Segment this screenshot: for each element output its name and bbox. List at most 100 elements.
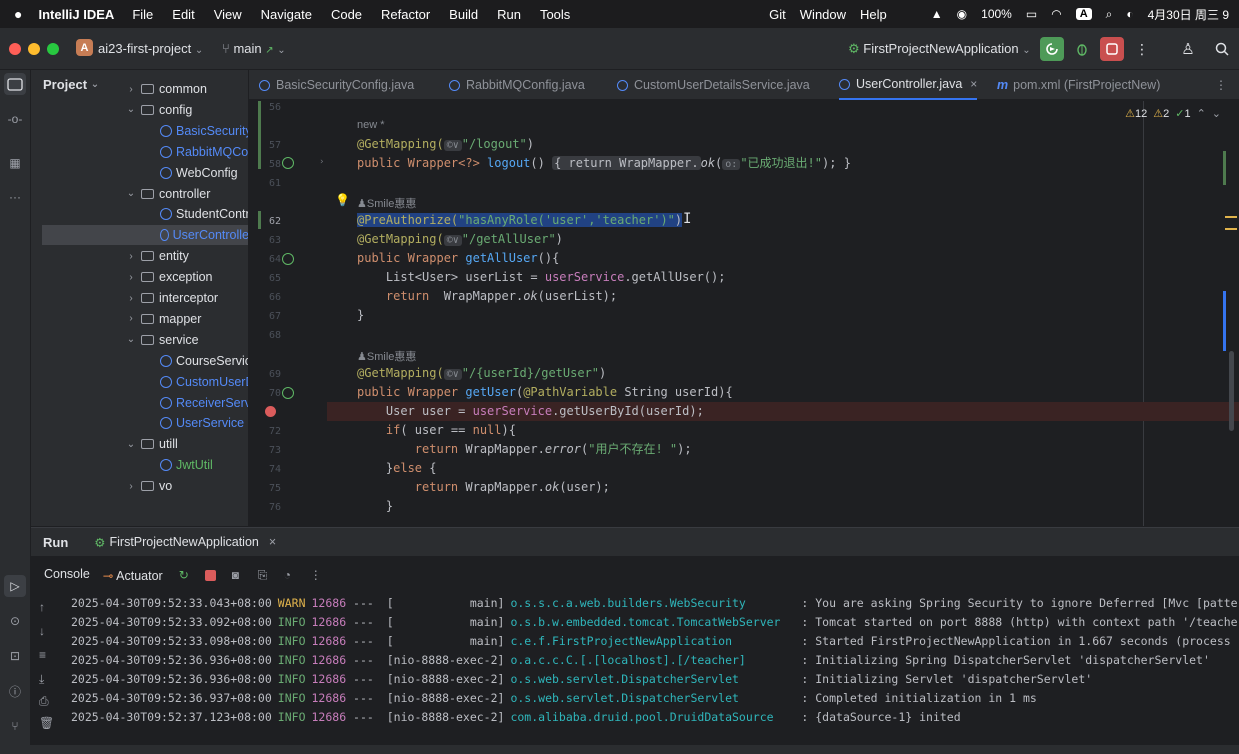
tree-item[interactable]: ⌄ controller	[125, 184, 211, 204]
menu-help[interactable]: Help	[860, 7, 887, 22]
menu-build[interactable]: Build	[449, 7, 478, 22]
tab-basic-security-config[interactable]: BasicSecurityConfig.java	[259, 70, 414, 100]
spotlight-icon[interactable]: ⌕	[1106, 7, 1113, 22]
git-tool-button[interactable]: ⑂	[4, 715, 26, 737]
endpoint-icon[interactable]	[282, 157, 294, 169]
code-editor[interactable]: ⚠12 ⚠2 ✓1 ⌃ ⌄ › 56 57 58 61 62 63 64 65 …	[249, 101, 1239, 526]
problems-tool-button[interactable]: ⓘ	[4, 680, 26, 702]
tree-item[interactable]: CourseServic	[160, 351, 248, 371]
menu-refactor[interactable]: Refactor	[381, 7, 430, 22]
stop-icon[interactable]	[204, 569, 216, 581]
tree-item[interactable]: ⌄ utill	[125, 434, 178, 454]
run-tab-app[interactable]: ⚙ FirstProjectNewApplication ×	[94, 535, 276, 550]
chevron-down-icon[interactable]: ⌄	[125, 188, 137, 199]
author-hint[interactable]: ♟Smile惠惠	[357, 195, 416, 211]
wifi-icon[interactable]: ◠	[1051, 7, 1061, 21]
tree-item[interactable]: › vo	[125, 476, 172, 496]
arrow-up-icon[interactable]: ↑	[39, 600, 45, 614]
tab-list-button[interactable]: ⋮	[1215, 78, 1227, 92]
tab-custom-user-details-service[interactable]: CustomUserDetailsService.java	[617, 70, 810, 100]
app-menu[interactable]: IntelliJ IDEA	[38, 7, 114, 22]
tree-item[interactable]: › common	[125, 79, 207, 99]
code-with-me-button[interactable]: ♙	[1176, 37, 1200, 61]
services-tool-button[interactable]: ⊙	[4, 610, 26, 632]
terminal-tool-button[interactable]: ⊡	[4, 645, 26, 667]
tree-item[interactable]: ⌄ service	[125, 330, 199, 350]
soft-wrap-icon[interactable]: ≡	[39, 648, 46, 662]
menubar-clock[interactable]: 4月30日 周三 9	[1148, 6, 1229, 23]
tree-item[interactable]: › exception	[125, 267, 212, 287]
endpoint-icon[interactable]	[282, 387, 294, 399]
chevron-right-icon[interactable]: ›	[125, 313, 137, 324]
chevron-down-icon[interactable]: ⌄	[125, 439, 137, 450]
menu-file[interactable]: File	[132, 7, 153, 22]
tab-pom-xml[interactable]: m pom.xml (FirstProjectNew)	[997, 70, 1160, 100]
window-close-button[interactable]	[9, 43, 21, 55]
chevron-down-icon[interactable]: ⌄	[125, 334, 137, 345]
scroll-marker[interactable]	[1223, 291, 1226, 351]
chevron-right-icon[interactable]: ›	[125, 293, 137, 304]
close-icon[interactable]: ×	[970, 77, 977, 91]
stop-button[interactable]	[1100, 37, 1124, 61]
breakpoint-icon[interactable]	[265, 406, 276, 417]
debug-button[interactable]	[1070, 37, 1094, 61]
trash-icon[interactable]: 🗑	[39, 716, 54, 730]
run-tool-button[interactable]: ▷	[4, 575, 26, 597]
tree-item[interactable]: ReceiverServi	[160, 393, 248, 413]
console-output[interactable]: 2025-04-30T09:52:33.043+08:00 WARN 12686 -…	[71, 594, 1239, 754]
chevron-right-icon[interactable]: ›	[125, 481, 137, 492]
menu-code[interactable]: Code	[331, 7, 362, 22]
gauge-icon[interactable]: ◔	[284, 568, 298, 582]
commit-tool-button[interactable]: -o-	[4, 108, 26, 130]
camera-icon[interactable]: ◙	[232, 568, 246, 582]
menu-window[interactable]: Window	[800, 7, 846, 22]
chevron-down-icon[interactable]: ⌄	[1212, 107, 1221, 120]
chevron-down-icon[interactable]: ⌄	[125, 104, 137, 115]
endpoint-icon[interactable]	[282, 253, 294, 265]
menu-run[interactable]: Run	[497, 7, 521, 22]
wechat-icon[interactable]: ◉	[957, 7, 967, 21]
author-hint[interactable]: ♟Smile惠惠	[357, 348, 416, 364]
chevron-right-icon[interactable]: ›	[125, 272, 137, 283]
more-vertical-icon[interactable]: ⋮	[310, 568, 324, 582]
input-method-icon[interactable]: A	[1075, 8, 1092, 20]
tab-console[interactable]: Console	[44, 567, 90, 583]
tree-item[interactable]: › mapper	[125, 309, 201, 329]
menu-tools[interactable]: Tools	[540, 7, 570, 22]
chevron-right-icon[interactable]: ›	[125, 84, 137, 95]
scroll-to-end-icon[interactable]: ⤓	[39, 672, 44, 687]
apple-menu-icon[interactable]: ●	[14, 6, 22, 22]
rerun-button[interactable]	[1040, 37, 1064, 61]
menu-view[interactable]: View	[214, 7, 242, 22]
tree-item[interactable]: UserControlle	[42, 225, 248, 246]
tab-actuator[interactable]: ⊸ Actuator	[103, 568, 163, 583]
warning-stripe[interactable]	[1225, 216, 1237, 230]
structure-tool-button[interactable]: ▦	[4, 152, 26, 174]
project-tool-button[interactable]	[4, 73, 26, 95]
tree-item[interactable]: › interceptor	[125, 288, 218, 308]
tree-item[interactable]: RabbitMQCor	[160, 142, 248, 162]
tab-user-controller[interactable]: UserController.java ×	[839, 70, 978, 100]
lightbulb-icon[interactable]: 💡	[335, 193, 350, 207]
tree-item[interactable]: WebConfig	[160, 163, 238, 183]
fold-chevron-icon[interactable]: ›	[319, 157, 324, 167]
tree-item[interactable]: UserService	[160, 413, 244, 433]
project-selector[interactable]: ai23-first-project ⌄	[98, 41, 203, 56]
battery-icon[interactable]: ▭	[1026, 7, 1037, 21]
window-zoom-button[interactable]	[47, 43, 59, 55]
editor-scrollbar-thumb[interactable]	[1229, 351, 1234, 431]
more-actions-button[interactable]: ⋮	[1130, 37, 1154, 61]
menu-navigate[interactable]: Navigate	[261, 7, 312, 22]
arrow-down-icon[interactable]: ↓	[39, 624, 45, 638]
tree-item[interactable]: › entity	[125, 246, 189, 266]
chevron-up-icon[interactable]: ⌃	[1197, 107, 1206, 120]
tree-item[interactable]: JwtUtil	[160, 455, 213, 475]
tree-item[interactable]: BasicSecurity	[160, 121, 248, 141]
search-everywhere-button[interactable]	[1210, 37, 1234, 61]
window-minimize-button[interactable]	[28, 43, 40, 55]
cat-app-icon[interactable]: ▲	[931, 7, 943, 21]
author-hint[interactable]: new *	[357, 119, 385, 131]
tree-item[interactable]: ⌄ config	[125, 100, 193, 120]
tree-item[interactable]: StudentContr	[160, 204, 248, 224]
branch-selector[interactable]: ⑂ main ↗ ⌄	[222, 41, 286, 56]
